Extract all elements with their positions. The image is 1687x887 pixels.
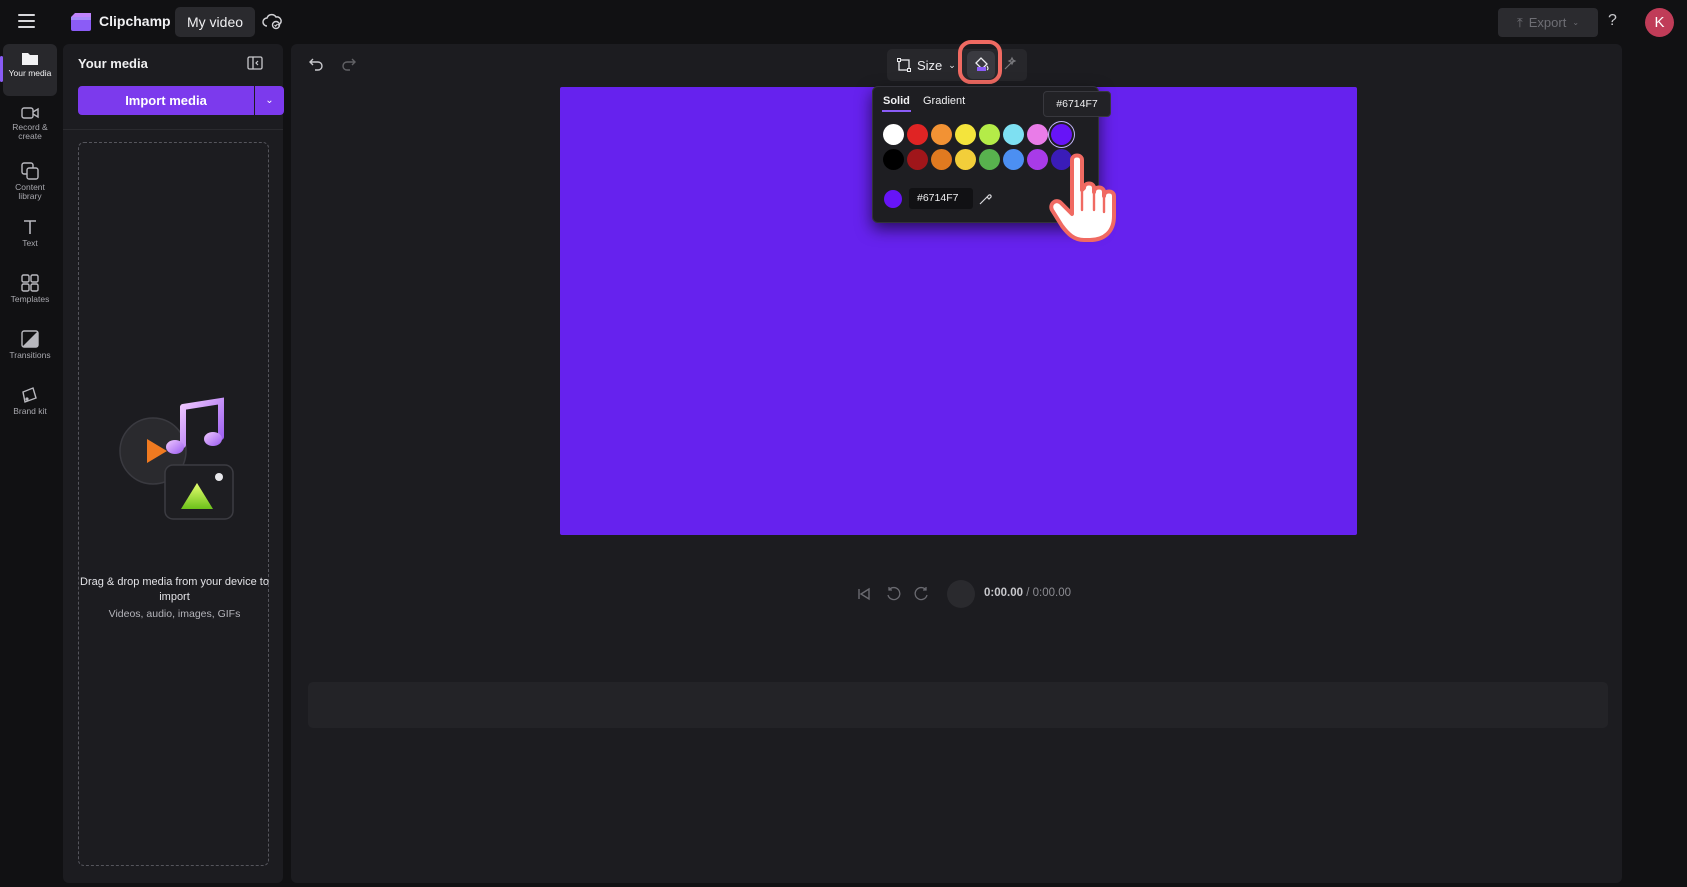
rail-item-text[interactable]: Text [3, 212, 57, 264]
help-icon[interactable]: ? [1608, 12, 1617, 30]
export-button[interactable]: ⤒ Export ⌄ [1498, 8, 1598, 37]
color-swatch[interactable] [1003, 124, 1024, 145]
color-swatch[interactable] [955, 124, 976, 145]
color-swatch[interactable] [907, 149, 928, 170]
chevron-down-icon: ⌄ [948, 59, 956, 70]
text-icon [24, 220, 36, 234]
rail-item-label: Content library [15, 182, 45, 201]
import-media-button[interactable]: Import media [78, 86, 254, 115]
media-dropzone[interactable]: Drag & drop media from your device to im… [78, 142, 269, 866]
rail-item-content-library[interactable]: Content library [3, 156, 57, 208]
drop-file-types: Videos, audio, images, GIFs [108, 608, 241, 620]
editor-area: Size ⌄ Solid Gradient #6714F7 #6714F7 0:… [291, 40, 1622, 883]
transitions-icon [21, 330, 39, 348]
app-name: Clipchamp [99, 13, 171, 29]
export-label: Export [1528, 15, 1567, 30]
rewind-5s-icon[interactable] [885, 586, 901, 602]
color-swatch[interactable] [883, 149, 904, 170]
color-swatch[interactable] [1027, 124, 1048, 145]
current-time: 0:00.00 [984, 587, 1024, 599]
forward-5s-icon[interactable] [914, 586, 930, 602]
color-swatch[interactable] [955, 149, 976, 170]
tab-gradient[interactable]: Gradient [923, 95, 965, 107]
color-swatch[interactable] [979, 124, 1000, 145]
media-panel: Your media Import media ⌄ Drag & drop me… [63, 44, 284, 883]
panel-title: Your media [78, 56, 148, 71]
redo-icon[interactable] [341, 55, 357, 71]
color-swatch[interactable] [907, 124, 928, 145]
magic-icon[interactable] [1002, 56, 1018, 72]
rail-item-label: Brand kit [13, 406, 47, 416]
rail-item-transitions[interactable]: Transitions [3, 324, 57, 376]
clipchamp-logo-icon [71, 13, 91, 31]
brand-kit-icon [22, 387, 37, 403]
undo-icon[interactable] [308, 55, 324, 71]
rail-item-brand-kit[interactable]: Brand kit [3, 380, 57, 432]
top-bar: Clipchamp My video ⤒ Export ⌄ ? K [0, 0, 1687, 44]
cloud-sync-icon[interactable] [262, 12, 282, 30]
templates-icon [21, 274, 39, 292]
rail-item-label: Record & create [12, 122, 48, 141]
skip-to-start-icon[interactable] [856, 586, 872, 602]
chevron-down-icon: ⌄ [1572, 18, 1580, 27]
video-title[interactable]: My video [175, 7, 256, 37]
divider [63, 129, 283, 130]
pointer-hand-icon [1049, 153, 1116, 242]
resize-icon [897, 58, 911, 72]
drop-instructions: Drag & drop media from your device to im… [80, 576, 269, 603]
time-separator: / [1026, 587, 1030, 599]
current-color-swatch[interactable] [884, 190, 902, 208]
camera-icon [21, 107, 39, 119]
color-swatch[interactable] [931, 149, 952, 170]
rail-item-label: Transitions [9, 350, 51, 360]
play-button[interactable] [947, 580, 975, 608]
color-swatch[interactable] [1027, 149, 1048, 170]
canvas-toolbar: Size ⌄ [887, 49, 1027, 81]
highlight-ring [958, 40, 1002, 84]
tab-solid[interactable]: Solid [882, 95, 911, 112]
upload-icon: ⤒ [1516, 14, 1523, 30]
color-swatch[interactable] [883, 124, 904, 145]
size-label: Size [917, 57, 943, 73]
eyedropper-icon[interactable] [979, 191, 993, 205]
import-options-chevron-icon[interactable]: ⌄ [255, 86, 284, 115]
rail-item-label: Text [22, 238, 38, 248]
menu-icon[interactable] [18, 14, 35, 28]
folder-icon [22, 53, 38, 65]
playback-controls: 0:00.00 / 0:00.00 [856, 580, 1156, 608]
rail-item-templates[interactable]: Templates [3, 268, 57, 320]
collapse-panel-icon[interactable] [247, 56, 263, 70]
color-swatch[interactable] [931, 124, 952, 145]
color-swatch[interactable] [1051, 124, 1072, 145]
total-time: 0:00.00 [1032, 587, 1071, 599]
color-swatch[interactable] [979, 149, 1000, 170]
color-swatch[interactable] [1003, 149, 1024, 170]
left-rail: Your media Record & create Content libra… [0, 44, 60, 887]
avatar[interactable]: K [1645, 8, 1674, 37]
library-icon [21, 162, 39, 180]
rail-item-your-media[interactable]: Your media [0, 44, 57, 96]
timeline-track[interactable] [308, 682, 1608, 728]
media-illustration-icon [119, 397, 234, 520]
rail-item-label: Templates [10, 294, 50, 304]
rail-item-record-create[interactable]: Record & create [3, 100, 57, 152]
rail-item-label: Your media [8, 68, 52, 78]
hex-color-input[interactable]: #6714F7 [909, 188, 973, 209]
size-button[interactable]: Size ⌄ [897, 49, 956, 81]
color-tooltip: #6714F7 [1043, 91, 1111, 117]
timecode: 0:00.00 / 0:00.00 [984, 587, 1071, 599]
